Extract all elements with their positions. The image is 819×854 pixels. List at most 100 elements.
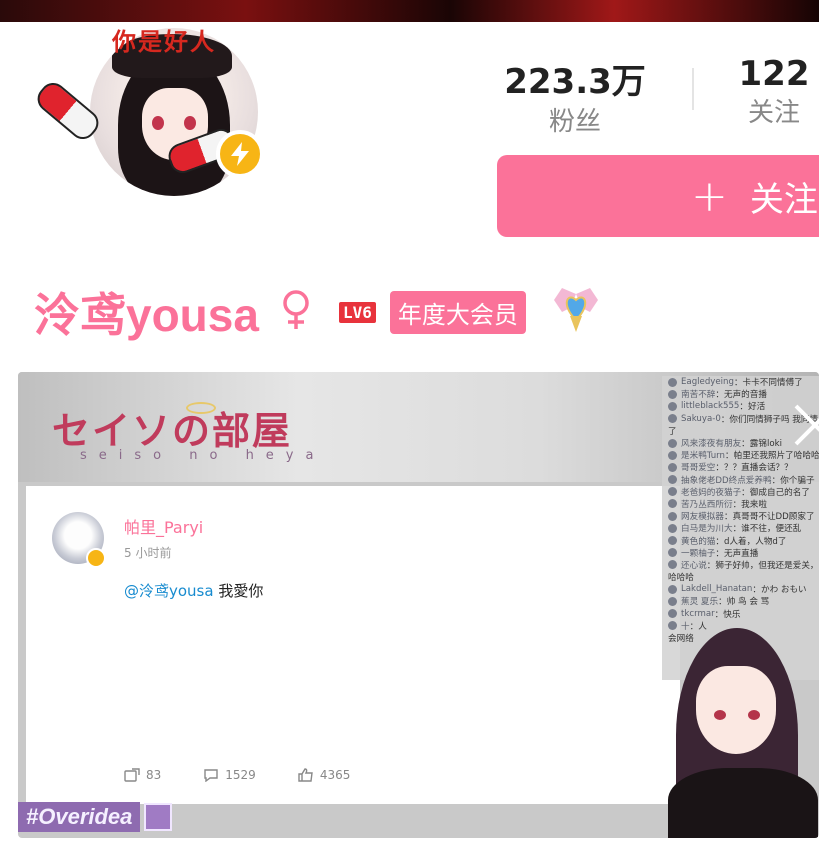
danmaku-avatar xyxy=(668,377,677,387)
repost-count: 83 xyxy=(146,768,162,782)
comment-action: 1529 xyxy=(203,768,256,782)
danmaku-user: 白马是为川大 xyxy=(681,524,733,535)
danmaku-avatar xyxy=(668,523,677,533)
following-count: 122 xyxy=(738,54,810,94)
danmaku-user: 南苦不辞 xyxy=(681,390,716,401)
danmaku-avatar xyxy=(668,462,677,472)
avatar[interactable]: 你是好人 xyxy=(28,18,268,208)
repost-action: 83 xyxy=(124,768,161,782)
danmaku-text: ：狮子好帅，但我还是爱关， xyxy=(706,560,819,571)
danmaku-avatar xyxy=(668,450,677,460)
vtuber-character xyxy=(658,622,819,838)
danmaku-line: 蕉灵 夏乐 ：帅 鸟 会 骂 xyxy=(662,595,819,607)
danmaku-text: ：？？直播会话？？ xyxy=(715,463,793,474)
danmaku-text: ：真哥哥不让DD顾家了 xyxy=(723,512,815,523)
danmaku-user: 一颗柚子 xyxy=(681,548,716,559)
danmaku-line: Eagledyeing ：卡卡不同情傅了 xyxy=(662,376,819,388)
danmaku-line: 哥哥爱空 ：？？直播会话？？ xyxy=(662,461,819,473)
danmaku-line: 哈哈哈 xyxy=(662,571,819,583)
danmaku-user: littleblack555 xyxy=(681,401,740,412)
danmaku-avatar xyxy=(668,596,677,606)
follow-label: 关注 xyxy=(749,179,818,220)
profile-name-row: 泠鸢yousa LV6 年度大会员 xyxy=(34,282,604,342)
danmaku-line: 南苦不辞 ：无声的音播 xyxy=(662,388,819,400)
danmaku-user: 是米鸭Turn xyxy=(681,451,726,462)
danmaku-line: 黄色的猫 ：d人着，人物d了 xyxy=(662,534,819,547)
danmaku-avatar xyxy=(668,438,677,448)
danmaku-avatar xyxy=(668,487,677,497)
fans-count: 223.3万 xyxy=(504,62,646,102)
danmaku-text: ：快乐 xyxy=(714,609,741,620)
danmaku-text: ：谁不往，便还乱 xyxy=(732,524,802,535)
thumbs-up-icon xyxy=(298,768,313,782)
danmaku-user: 还心说 xyxy=(681,560,707,571)
danmaku-line: 抽象佬老DD终点爱养鸭 ：你个骗子 xyxy=(662,474,819,486)
danmaku-avatar xyxy=(668,560,677,570)
vip-badge[interactable]: 年度大会员 xyxy=(389,290,526,334)
danmaku-user: 网友模拟器 xyxy=(681,512,724,523)
danmaku-text: ：卡卡不同情傅了 xyxy=(733,378,803,389)
like-action: 4365 xyxy=(298,768,351,782)
danmaku-avatar xyxy=(668,548,677,558)
danmaku-line: 一颗柚子 ：无声直播 xyxy=(662,547,819,559)
fans-stat[interactable]: 223.3万 粉丝 xyxy=(500,54,650,138)
avatar-caption: 你是好人 xyxy=(112,27,216,56)
lightning-icon xyxy=(86,548,106,568)
danmaku-text: ：无声直播 xyxy=(715,548,759,559)
following-stat[interactable]: 122 关注 xyxy=(724,54,819,129)
video-player[interactable]: セイソの部屋 seiso no heya 帕里_Paryi 5 小时前 @泠鸢y… xyxy=(18,372,819,838)
danmaku-avatar xyxy=(668,499,677,509)
like-count: 4365 xyxy=(319,768,351,782)
post-mention: @泠鸢yousa xyxy=(124,582,214,600)
plus-icon: + xyxy=(691,170,728,222)
danmaku-text: ：无声的音播 xyxy=(715,390,767,401)
danmaku-user: 黄色的猫 xyxy=(681,536,716,547)
repost-icon xyxy=(124,768,140,782)
danmaku-text: ：我来啦 xyxy=(732,499,767,510)
danmaku-avatar xyxy=(668,389,677,399)
danmaku-avatar xyxy=(668,414,677,424)
danmaku-text: ：d人着，人物d了 xyxy=(715,536,787,547)
danmaku-user: Eagledyeing xyxy=(681,377,734,388)
danmaku-avatar xyxy=(668,584,677,594)
danmaku-line: 老爸妈的夜猫子 ：御成自己的名了 xyxy=(662,486,819,498)
lightning-icon xyxy=(216,130,264,178)
danmaku-user: Lakdell_Hanatan xyxy=(681,584,753,595)
danmaku-user: 抽象佬老DD终点爱养鸭 xyxy=(681,475,772,486)
danmaku-text: ：帅 鸟 会 骂 xyxy=(718,597,770,608)
overidea-tag: #Overidea xyxy=(18,802,173,832)
danmaku-line: 苦乃丛西所衍 ：我来啦 xyxy=(662,498,819,510)
danmaku-user: Sakuya-0 xyxy=(681,413,721,424)
danmaku-user: 苦乃丛西所衍 xyxy=(681,499,733,510)
danmaku-user: 蕉灵 夏乐 xyxy=(681,597,719,608)
danmaku-avatar xyxy=(668,475,677,485)
danmaku-user: 风来漆夜有朋友 xyxy=(681,439,742,450)
danmaku-text: ：露锦loki xyxy=(741,439,782,450)
close-icon[interactable] xyxy=(792,402,819,452)
danmaku-user: tkcrmar xyxy=(681,608,715,619)
danmaku-avatar xyxy=(668,511,677,521)
post-text: 我愛你 xyxy=(213,582,264,600)
danmaku-line: tkcrmar ：快乐 xyxy=(662,608,819,620)
room-title: セイソの部屋 xyxy=(52,408,293,453)
overidea-logo-icon xyxy=(144,803,173,831)
post-actions: 83 1529 4365 xyxy=(124,768,350,782)
winged-heart-medal-icon[interactable] xyxy=(548,286,604,338)
level-badge[interactable]: LV6 xyxy=(338,301,376,323)
stat-divider xyxy=(692,68,694,110)
fans-label: 粉丝 xyxy=(548,107,601,137)
danmaku-user: 哥哥爱空 xyxy=(681,463,716,474)
danmaku-avatar xyxy=(668,536,677,546)
room-subtitle: seiso no heya xyxy=(80,448,326,463)
comment-icon xyxy=(204,769,218,782)
post-body: @泠鸢yousa 我愛你 xyxy=(124,580,263,601)
danmaku-avatar xyxy=(668,609,677,619)
tag-text: #Overidea xyxy=(18,802,141,832)
post-time: 5 小时前 xyxy=(124,546,172,560)
follow-button[interactable]: + 关注 xyxy=(497,155,819,237)
danmaku-avatar xyxy=(668,401,677,411)
username: 泠鸢yousa xyxy=(34,289,259,341)
danmaku-line: Lakdell_Hanatan ：かわ おもい xyxy=(662,583,819,595)
danmaku-line: 网友模拟器 ：真哥哥不让DD顾家了 xyxy=(662,510,819,522)
danmaku-line: 还心说 ：狮子好帅，但我还是爱关， xyxy=(662,559,819,571)
